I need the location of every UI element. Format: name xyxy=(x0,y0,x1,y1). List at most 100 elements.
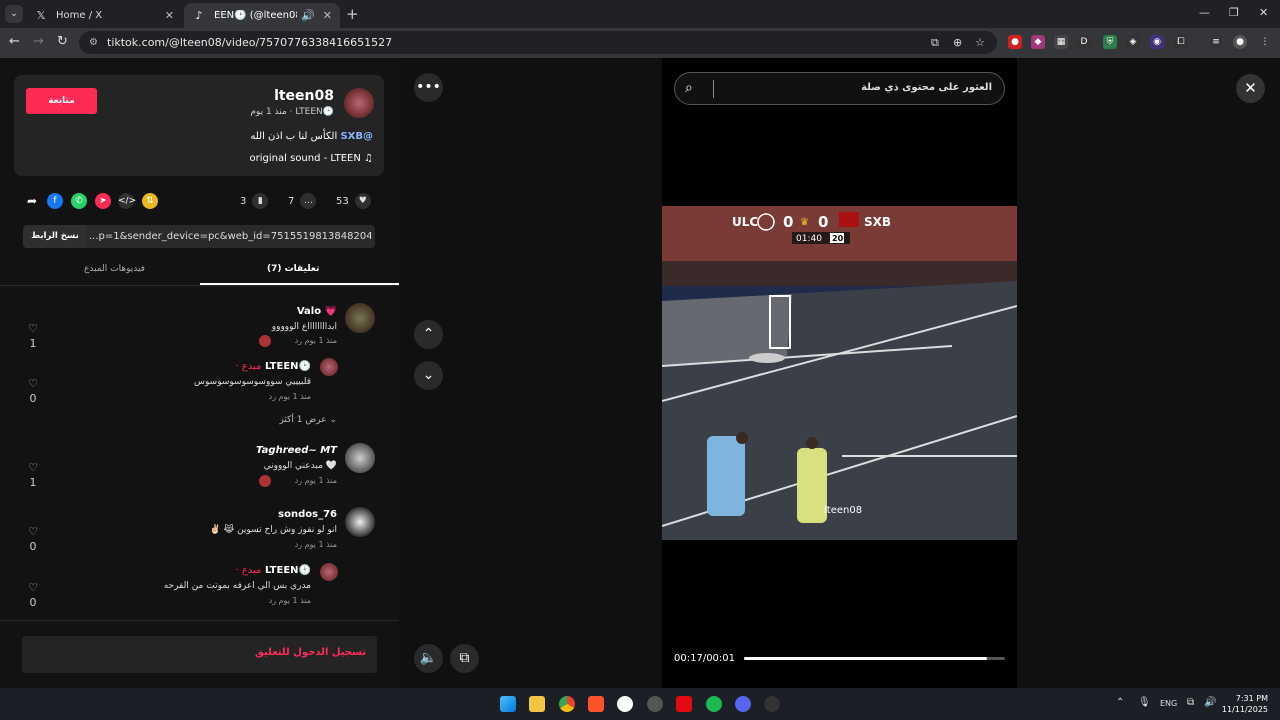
extension-icon[interactable]: ▦ xyxy=(1054,35,1068,49)
next-video-button[interactable]: ⌄ xyxy=(414,361,443,390)
share-link-text[interactable]: ...p=1&sender_device=pc&web_id=751551981… xyxy=(89,225,371,248)
comment-like[interactable]: ♡ 1 xyxy=(24,322,42,350)
network-icon[interactable]: ⧉ xyxy=(1187,697,1194,708)
volume-icon[interactable]: 🔊 xyxy=(1204,697,1216,708)
more-options-button[interactable]: ••• xyxy=(414,73,443,102)
browser-tab-x[interactable]: 𝕏 Home / X ✕ xyxy=(26,3,182,28)
brave-icon[interactable] xyxy=(588,696,604,712)
author-avatar[interactable] xyxy=(344,88,374,118)
avatar[interactable] xyxy=(320,563,338,581)
video-content[interactable]: ULC 0 ♛ 0 SXB 01:40 20 lteen08 xyxy=(662,206,1017,540)
view-more-replies[interactable]: عرض 1 أكثر ⌄ xyxy=(279,415,337,425)
comment-meta[interactable]: منذ 1 يوم رد xyxy=(269,596,311,605)
search-icon[interactable]: ⌕ xyxy=(685,80,693,96)
comment-author[interactable]: · مبدع LTEEN🕑 xyxy=(236,361,311,372)
forward-icon[interactable]: → xyxy=(33,34,44,49)
close-tab-icon[interactable]: ✕ xyxy=(323,9,332,22)
extension-icon[interactable]: D xyxy=(1077,35,1091,49)
browser-tab-tiktok[interactable]: ♪ EEN🕑 (@lteen08) | TikTok 🔊 ✕ xyxy=(184,3,340,28)
login-to-comment-link[interactable]: تسجيل الدخول للتعليق xyxy=(255,647,366,658)
tab-creator-videos[interactable]: فيديوهات المبدع xyxy=(84,264,145,274)
comment-login-box[interactable]: تسجيل الدخول للتعليق xyxy=(22,636,377,673)
copy-link-button[interactable]: نسخ الرابط xyxy=(23,225,87,248)
input-language[interactable]: ENG xyxy=(1160,699,1177,708)
speaker-icon[interactable]: 🔊 xyxy=(301,9,315,22)
comment-author-name: LTEEN🕑 xyxy=(264,361,311,372)
avatar[interactable] xyxy=(345,443,375,473)
menu-dots-icon[interactable]: ⋮ xyxy=(1258,35,1272,49)
send-icon[interactable]: ➤ xyxy=(95,193,111,209)
picture-in-picture-button[interactable]: ⧉ xyxy=(450,644,479,673)
spotify-icon[interactable] xyxy=(706,696,722,712)
save-stat[interactable]: 3 ▮ xyxy=(240,193,269,209)
comment-meta[interactable]: منذ 1 يوم رد xyxy=(295,540,337,549)
comment-author[interactable]: sondos_76 xyxy=(278,509,337,520)
netflix-icon[interactable] xyxy=(676,696,692,712)
google-icon[interactable] xyxy=(617,696,633,712)
video-description: الكأس لنا ب اذن الله SXB@ xyxy=(250,131,373,142)
tab-search-button[interactable]: ⌄ xyxy=(5,5,23,23)
minimize-icon[interactable]: — xyxy=(1199,6,1210,19)
microphone-icon[interactable]: 🎙 xyxy=(1138,697,1151,708)
extension-icon[interactable]: ◈ xyxy=(1126,35,1140,49)
zoom-icon[interactable]: ⊕ xyxy=(953,36,962,49)
app-icon[interactable] xyxy=(647,696,663,712)
app-icon[interactable] xyxy=(764,696,780,712)
extensions-puzzle-icon[interactable]: ⧠ xyxy=(1174,35,1188,49)
eye-icon[interactable]: ◉ xyxy=(1150,35,1164,49)
profile-avatar[interactable]: ● xyxy=(1233,35,1247,49)
comment-like[interactable]: ♡ 0 xyxy=(24,525,42,553)
close-video-button[interactable]: ✕ xyxy=(1236,74,1265,103)
tab-comments[interactable]: تعليقات (7) xyxy=(267,264,319,274)
restore-icon[interactable]: ❐ xyxy=(1229,6,1239,19)
comment-meta[interactable]: منذ 1 يوم رد xyxy=(295,336,337,345)
comment-author[interactable]: Valo 💗 xyxy=(297,306,337,317)
extension-icon[interactable]: ◆ xyxy=(1031,35,1045,49)
avatar[interactable] xyxy=(345,507,375,537)
like-count: 53 xyxy=(336,195,349,207)
site-info-icon[interactable]: ⚙ xyxy=(89,37,101,49)
reload-icon[interactable]: ↻ xyxy=(57,34,68,49)
comment-meta[interactable]: منذ 1 يوم رد xyxy=(269,392,311,401)
discord-icon[interactable] xyxy=(735,696,751,712)
author-name[interactable]: lteen08 xyxy=(274,88,334,104)
start-menu-icon[interactable] xyxy=(500,696,516,712)
close-window-icon[interactable]: ✕ xyxy=(1259,6,1268,19)
clock[interactable]: 7:31 PM 11/11/2025 xyxy=(1222,693,1268,715)
address-bar[interactable]: ⚙ tiktok.com/@lteen08/video/757077633841… xyxy=(79,31,997,54)
chrome-icon[interactable] xyxy=(559,696,575,712)
scoreboard-away-score: 0 xyxy=(818,213,828,231)
volume-button[interactable]: 🔈 xyxy=(414,644,443,673)
avatar[interactable] xyxy=(345,303,375,333)
tray-chevron-up-icon[interactable]: ⌃ xyxy=(1116,697,1124,708)
bookmark-star-icon[interactable]: ☆ xyxy=(975,36,985,49)
new-tab-button[interactable]: + xyxy=(346,5,359,23)
comment-stat[interactable]: 7… xyxy=(288,193,317,209)
follow-button[interactable]: متابعة xyxy=(26,88,97,114)
whatsapp-icon[interactable]: ✆ xyxy=(71,193,87,209)
reading-list-icon[interactable]: ≡ xyxy=(1209,35,1223,49)
share-icon[interactable]: ➦ xyxy=(24,193,40,209)
video-progress-bar[interactable] xyxy=(744,657,1005,660)
back-icon[interactable]: ← xyxy=(9,34,20,49)
install-app-icon[interactable]: ⧉ xyxy=(931,36,939,50)
avatar[interactable] xyxy=(320,358,338,376)
comment-like[interactable]: ♡ 0 xyxy=(24,377,42,405)
comment-like[interactable]: ♡ 1 xyxy=(24,461,42,489)
previous-video-button[interactable]: ⌃ xyxy=(414,320,443,349)
comment-author[interactable]: · مبدع LTEEN🕑 xyxy=(236,565,311,576)
mention-link[interactable]: SXB@ xyxy=(340,131,373,142)
facebook-icon[interactable]: f xyxy=(47,193,63,209)
close-tab-icon[interactable]: ✕ xyxy=(165,9,174,22)
file-explorer-icon[interactable] xyxy=(529,696,545,712)
embed-icon[interactable]: </> xyxy=(118,193,136,209)
extension-icon[interactable]: ● xyxy=(1008,35,1022,49)
comment-meta[interactable]: منذ 1 يوم رد xyxy=(295,476,337,485)
related-search-input[interactable]: ⌕ العثور على محتوى ذي صلة xyxy=(674,72,1005,105)
like-stat[interactable]: 53 ♥ xyxy=(336,193,371,209)
comment-like[interactable]: ♡ 0 xyxy=(24,581,42,609)
sound-link[interactable]: original sound - LTEEN ♫ xyxy=(250,153,373,164)
comment-author[interactable]: Taghreed~ MT xyxy=(256,445,337,456)
shield-icon[interactable]: ⛨ xyxy=(1103,35,1117,49)
repost-icon[interactable]: ⇅ xyxy=(142,193,158,209)
